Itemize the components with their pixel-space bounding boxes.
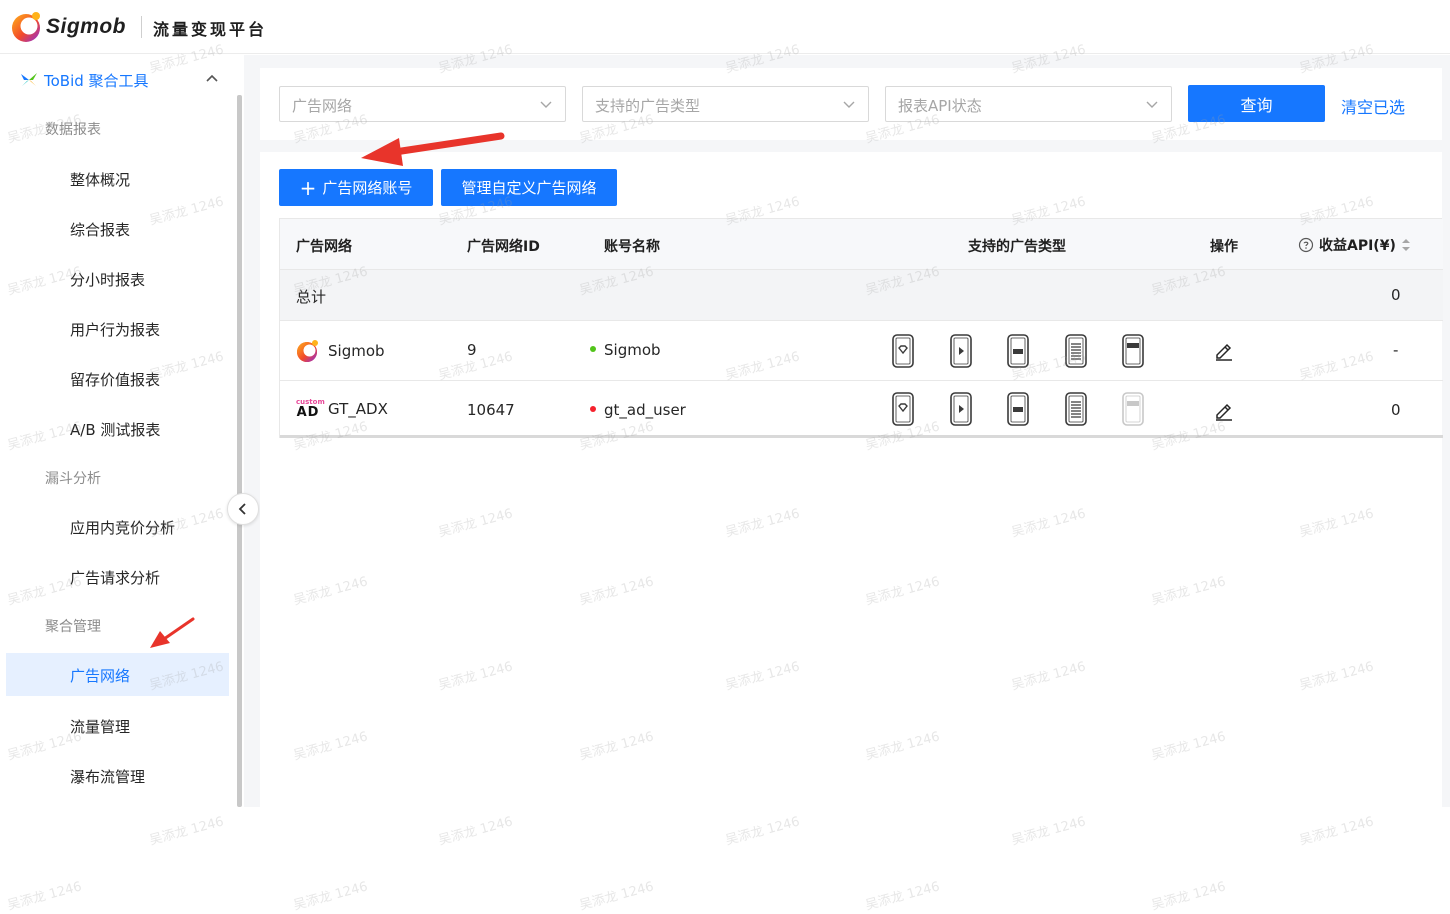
- network-name: Sigmob: [328, 342, 385, 360]
- splash-ad-type-icon: [892, 392, 914, 426]
- network-id: 9: [467, 341, 477, 359]
- report-api-status-select-placeholder: 报表API状态: [898, 97, 982, 115]
- network-cell: Sigmob: [296, 339, 385, 363]
- table-header-row: 广告网络 广告网络ID 账号名称 支持的广告类型 操作 收益API(¥): [280, 219, 1443, 270]
- interstitial-ad-type-icon: [1007, 392, 1029, 426]
- sidebar-item-hourly-report[interactable]: 分小时报表: [70, 269, 145, 290]
- header-divider: [141, 16, 142, 38]
- watermark-text: 吴添龙 1246: [436, 814, 515, 849]
- account-name-cell[interactable]: gt_ad_user: [590, 401, 686, 419]
- tobid-icon: [21, 73, 37, 86]
- platform-title: 流量变现平台: [153, 20, 268, 39]
- gt-adx-network-icon: custom AD: [296, 398, 325, 420]
- sidebar-item-overview[interactable]: 整体概况: [70, 169, 130, 190]
- sidebar-item-comprehensive-report[interactable]: 综合报表: [70, 219, 130, 240]
- edit-icon[interactable]: [1213, 399, 1235, 421]
- watermark-text: 吴添龙 1246: [1297, 814, 1376, 849]
- table-row: custom AD GT_ADX 10647 gt_ad_user 0: [280, 381, 1443, 438]
- sidebar-item-retention-value-report[interactable]: 留存价值报表: [70, 369, 160, 390]
- watermark-text: 吴添龙 1246: [291, 879, 370, 914]
- sidebar-item-waterfall-management[interactable]: 瀑布流管理: [70, 766, 145, 787]
- watermark-text: 吴添龙 1246: [147, 814, 226, 849]
- sidebar-item-ad-network[interactable]: 广告网络: [70, 665, 130, 686]
- logo-text: Sigmob: [46, 15, 126, 38]
- watermark-text: 吴添龙 1246: [863, 879, 942, 914]
- ad-network-select[interactable]: 广告网络: [279, 86, 566, 122]
- plus-icon: +: [299, 175, 317, 200]
- rewarded-video-ad-type-icon: [950, 334, 972, 368]
- add-ad-network-account-button[interactable]: + 广告网络账号: [279, 169, 433, 206]
- annotation-arrow-icon: [150, 617, 195, 648]
- status-dot-red: [590, 405, 596, 412]
- sidebar-item-user-behavior-report[interactable]: 用户行为报表: [70, 319, 160, 340]
- revenue-api-label: 收益API(¥): [1319, 238, 1396, 254]
- ad-type-select-placeholder: 支持的广告类型: [595, 97, 701, 115]
- sidebar-collapse-button[interactable]: [227, 493, 259, 525]
- sigmob-network-icon: [297, 340, 318, 362]
- watermark-text: 吴添龙 1246: [1009, 814, 1088, 849]
- native-ad-type-icon: [1065, 334, 1087, 368]
- sidebar-item-inapp-bidding-analysis[interactable]: 应用内竞价分析: [70, 517, 175, 538]
- watermark-text: 吴添龙 1246: [577, 879, 656, 914]
- sidebar-scrollbar[interactable]: [237, 95, 242, 807]
- account-name-cell[interactable]: Sigmob: [590, 341, 661, 359]
- sidebar-section-tobid[interactable]: ToBid 聚合工具: [18, 68, 218, 92]
- table-row: Sigmob 9 Sigmob -: [280, 321, 1443, 381]
- status-dot-green: [590, 345, 596, 352]
- clear-selection-link[interactable]: 清空已选: [1341, 94, 1405, 118]
- table-total-row: 总计 0: [280, 270, 1443, 321]
- network-cell: custom AD GT_ADX: [296, 398, 388, 420]
- chevron-down-icon: [1146, 101, 1158, 108]
- revenue-api-value: -: [1393, 341, 1399, 359]
- ad-network-table: 广告网络 广告网络ID 账号名称 支持的广告类型 操作 收益API(¥) 总计 …: [279, 218, 1443, 438]
- chevron-up-icon[interactable]: [204, 71, 220, 87]
- report-api-status-select[interactable]: 报表API状态: [885, 86, 1172, 122]
- header-account-name: 账号名称: [604, 239, 660, 255]
- rewarded-video-ad-type-icon: [950, 392, 972, 426]
- account-name: Sigmob: [604, 341, 661, 359]
- chevron-left-icon: [238, 503, 246, 515]
- tobid-label: ToBid 聚合工具: [44, 71, 149, 90]
- ad-network-select-placeholder: 广告网络: [292, 97, 353, 115]
- native-ad-type-icon: [1065, 392, 1087, 426]
- watermark-text: 吴添龙 1246: [1149, 879, 1228, 914]
- sidebar-item-ad-request-analysis[interactable]: 广告请求分析: [70, 567, 160, 588]
- revenue-api-value: 0: [1391, 401, 1401, 419]
- watermark-text: 吴添龙 1246: [5, 879, 84, 914]
- sidebar-group-reports: 数据报表: [45, 122, 101, 138]
- sidebar-group-funnel: 漏斗分析: [45, 471, 101, 487]
- header-revenue-api[interactable]: 收益API(¥): [1298, 235, 1411, 255]
- sort-icon[interactable]: [1401, 238, 1411, 252]
- total-revenue-api: 0: [1391, 286, 1401, 304]
- total-label: 总计: [296, 288, 327, 306]
- header-ad-network: 广告网络: [296, 239, 352, 255]
- sigmob-logo-icon: [12, 12, 40, 42]
- sidebar-item-traffic-management[interactable]: 流量管理: [70, 716, 130, 737]
- header-ad-network-id: 广告网络ID: [467, 239, 540, 255]
- banner-ad-type-icon: [1122, 334, 1144, 368]
- network-name: GT_ADX: [328, 400, 388, 418]
- account-name: gt_ad_user: [604, 401, 686, 419]
- header-ad-types: 支持的广告类型: [968, 239, 1066, 255]
- manage-custom-ad-network-button[interactable]: 管理自定义广告网络: [441, 169, 617, 206]
- sidebar-group-mediation: 聚合管理: [45, 619, 101, 635]
- add-ad-network-account-label: 广告网络账号: [322, 179, 413, 197]
- splash-ad-type-icon: [892, 334, 914, 368]
- watermark-text: 吴添龙 1246: [723, 814, 802, 849]
- interstitial-ad-type-icon: [1007, 334, 1029, 368]
- sidebar-item-ab-test-report[interactable]: A/B 测试报表: [70, 419, 160, 440]
- query-button[interactable]: 查询: [1188, 85, 1325, 122]
- chevron-down-icon: [540, 101, 552, 108]
- help-circle-icon[interactable]: [1298, 237, 1314, 253]
- header-actions: 操作: [1210, 239, 1238, 255]
- annotation-arrow-icon: [361, 132, 505, 166]
- chevron-down-icon: [843, 101, 855, 108]
- ad-type-select[interactable]: 支持的广告类型: [582, 86, 869, 122]
- sigmob-logo[interactable]: Sigmob: [10, 10, 126, 44]
- banner-ad-type-icon: [1122, 392, 1144, 426]
- top-header: Sigmob 流量变现平台: [0, 0, 1450, 54]
- network-id: 10647: [467, 401, 515, 419]
- edit-icon[interactable]: [1213, 339, 1235, 361]
